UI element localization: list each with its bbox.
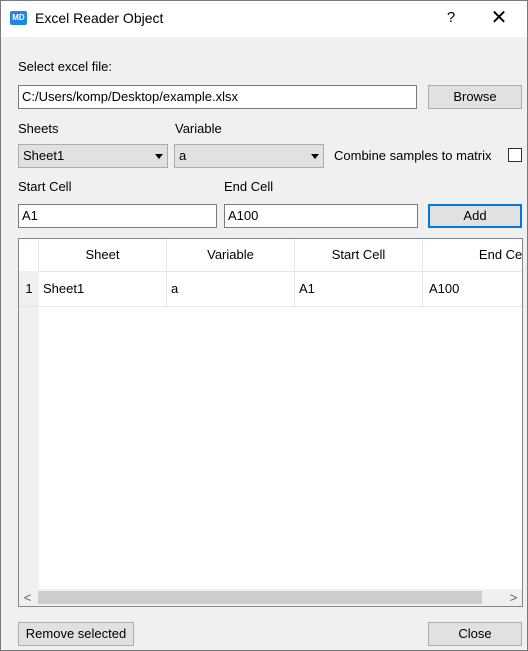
end-cell-input[interactable]: A100: [224, 204, 418, 228]
row-header-gutter: [19, 271, 39, 589]
combine-samples-label: Combine samples to matrix: [334, 148, 492, 163]
variable-select[interactable]: a: [174, 144, 324, 168]
scroll-right-arrow-icon[interactable]: >: [505, 589, 522, 606]
close-button[interactable]: Close: [428, 622, 522, 646]
chevron-down-icon: [311, 154, 319, 159]
table-row[interactable]: 1 Sheet1 a A1 A100: [19, 272, 522, 307]
title-bar[interactable]: MD Excel Reader Object ? ✕: [1, 1, 527, 37]
sheets-select[interactable]: Sheet1: [18, 144, 168, 168]
cell-variable[interactable]: a: [167, 272, 295, 306]
window-title: Excel Reader Object: [35, 10, 164, 26]
combine-samples-checkbox[interactable]: [508, 148, 522, 162]
start-cell-input[interactable]: A1: [18, 204, 217, 228]
header-corner: [19, 239, 39, 271]
sheets-select-value: Sheet1: [23, 148, 65, 163]
file-path-input[interactable]: C:/Users/komp/Desktop/example.xlsx: [18, 85, 417, 109]
column-header-sheet[interactable]: Sheet: [39, 239, 167, 271]
scrollbar-thumb[interactable]: [38, 591, 482, 604]
column-header-start-cell[interactable]: Start Cell: [295, 239, 423, 271]
help-button[interactable]: ?: [439, 7, 463, 29]
start-cell-label: Start Cell: [18, 179, 72, 194]
ranges-table[interactable]: Sheet Variable Start Cell End Cell 1 She…: [18, 238, 523, 607]
excel-reader-dialog: MD Excel Reader Object ? ✕ Select excel …: [0, 0, 528, 651]
cell-end-cell[interactable]: A100: [423, 272, 522, 306]
column-header-end-cell[interactable]: End Cell: [423, 239, 522, 271]
browse-button[interactable]: Browse: [428, 85, 522, 109]
end-cell-label: End Cell: [224, 179, 274, 194]
horizontal-scrollbar[interactable]: < >: [19, 589, 522, 606]
variable-select-value: a: [179, 148, 187, 163]
scroll-left-arrow-icon[interactable]: <: [19, 589, 36, 606]
app-icon: MD: [10, 11, 27, 25]
select-file-label: Select excel file:: [18, 59, 112, 74]
add-button[interactable]: Add: [428, 204, 522, 228]
remove-selected-button[interactable]: Remove selected: [18, 622, 134, 646]
close-window-button[interactable]: ✕: [487, 7, 511, 29]
sheets-label: Sheets: [18, 121, 59, 136]
column-header-variable[interactable]: Variable: [167, 239, 295, 271]
cell-start-cell[interactable]: A1: [295, 272, 423, 306]
table-header: Sheet Variable Start Cell End Cell: [19, 239, 522, 272]
variable-label: Variable: [175, 121, 222, 136]
chevron-down-icon: [155, 154, 163, 159]
cell-sheet[interactable]: Sheet1: [39, 272, 167, 306]
row-number: 1: [19, 272, 39, 306]
